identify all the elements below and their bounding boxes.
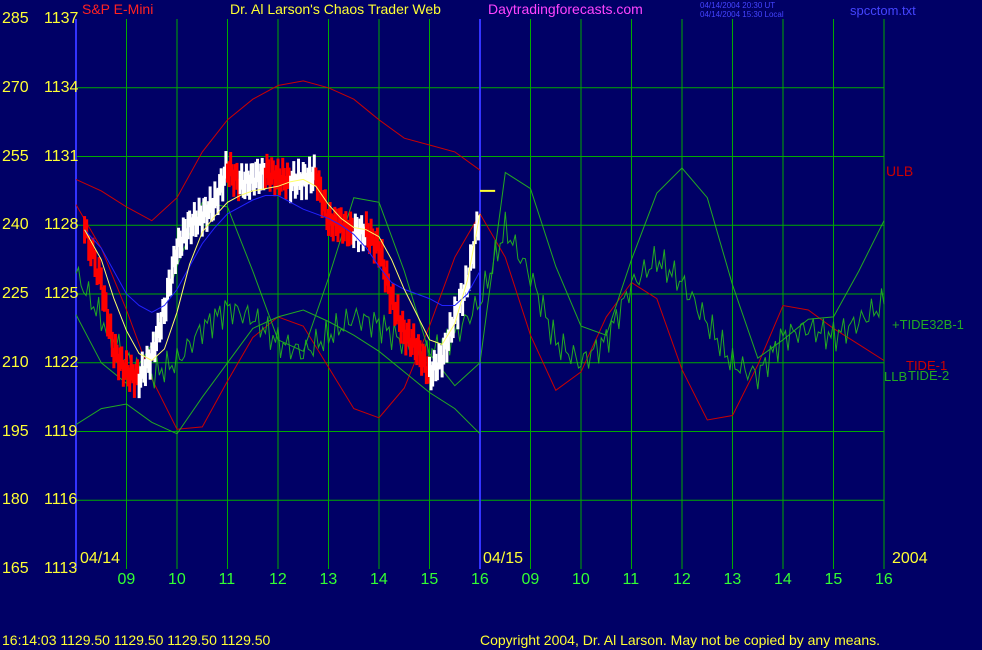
last-quote: 16:14:03 1129.50 1129.50 1129.50 1129.50 (2, 632, 271, 648)
x-tick-label: 13 (723, 571, 742, 588)
x-tick-label: 09 (521, 571, 540, 588)
chart-grid (75, 19, 885, 569)
local-timestamp: 04/14/2004 15:30 Local (700, 10, 784, 19)
y-tick-label-price: 1134 (44, 78, 79, 96)
y-tick-label-price: 1131 (44, 147, 79, 165)
symbol-title: S&P E-Mini (82, 1, 154, 17)
y-tick-label-price: 1119 (44, 422, 78, 440)
x-tick-label: 09 (117, 571, 136, 588)
x-tick-label: 14 (370, 571, 388, 588)
site-link[interactable]: Daytradingforecasts.com (488, 1, 643, 17)
yellow-ma-line (84, 178, 481, 362)
ulb-label: ULB (886, 163, 914, 179)
tide2-label: TIDE-2 (908, 368, 950, 383)
y-tick-label-left: 180 (2, 491, 29, 509)
date-label-day1: 04/14 (80, 550, 121, 567)
y-tick-label-left: 240 (2, 216, 29, 234)
x-tick-label: 11 (622, 571, 640, 588)
x-tick-label: 10 (168, 571, 186, 588)
x-tick-label: 12 (269, 571, 287, 588)
x-tick-label: 16 (471, 571, 489, 588)
x-tick-label: 14 (774, 571, 792, 588)
x-tick-label: 11 (218, 571, 236, 588)
data-file-name: spcctom.txt (850, 3, 916, 18)
x-tick-label: 15 (824, 571, 843, 588)
y-tick-label-left: 165 (2, 560, 29, 577)
x-tick-label: 15 (420, 571, 439, 588)
blue-ma-line (84, 195, 481, 313)
y-tick-label-left: 255 (2, 147, 29, 165)
moving-averages (84, 178, 481, 362)
y-tick-label-left: 285 (2, 10, 29, 27)
y-tick-label-left: 195 (2, 422, 29, 440)
y-tick-label-price: 1113 (44, 560, 78, 577)
y-tick-label-price: 1116 (44, 491, 78, 509)
y-tick-label-left: 225 (2, 285, 29, 302)
x-tick-label: 12 (673, 571, 691, 588)
x-tick-label: 16 (875, 571, 893, 588)
y-tick-label-price: 1137 (44, 10, 79, 27)
copyright-notice: Copyright 2004, Dr. Al Larson. May not b… (480, 632, 881, 648)
y-tick-label-left: 270 (2, 78, 29, 96)
y-tick-label-price: 1122 (44, 353, 79, 371)
y-tick-label-left: 210 (2, 353, 29, 371)
x-tick-label: 13 (319, 571, 338, 588)
y-tick-label-price: 1125 (44, 285, 79, 302)
y-tick-label-price: 1128 (44, 216, 79, 234)
date-label-year: 2004 (892, 550, 928, 567)
tide32b-label: +TIDE32B-1 (892, 317, 964, 332)
ut-timestamp: 04/14/2004 20:30 UT (700, 1, 776, 10)
chart-title: Dr. Al Larson's Chaos Trader Web (230, 1, 441, 17)
llb-label: LLB (884, 369, 908, 384)
price-bars (83, 151, 480, 399)
x-tick-label: 10 (572, 571, 590, 588)
date-label-day2: 04/15 (483, 550, 524, 567)
